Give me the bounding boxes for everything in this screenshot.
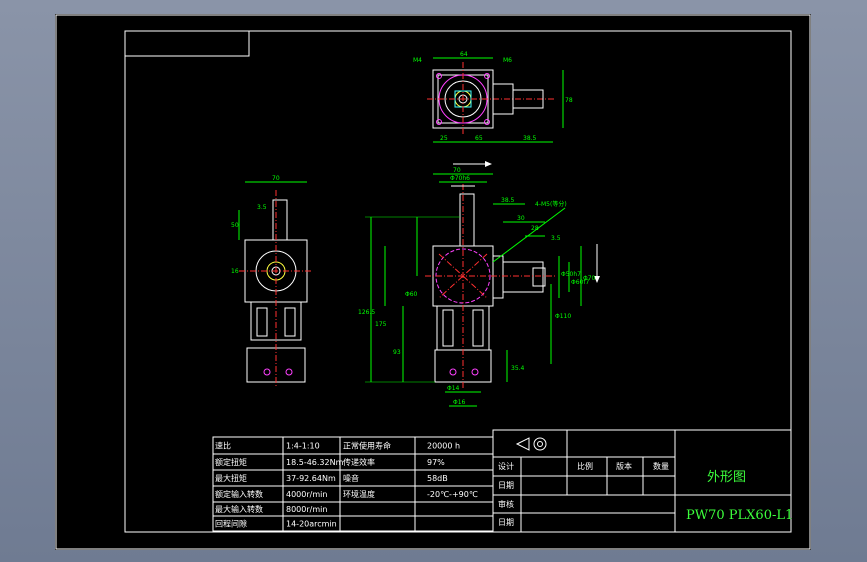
spec-cell: 97% (427, 458, 445, 467)
top-bolt (436, 119, 442, 125)
dim-label: 50 (231, 222, 239, 229)
dim-label: Φ50h7 (561, 271, 581, 278)
dim-label: 64 (460, 51, 468, 58)
title-col-label: 比例 (577, 461, 593, 471)
title-row-label: 设计 (498, 461, 514, 471)
dim-label: Φ60f7 (571, 279, 589, 286)
dim-label: M6 (503, 57, 512, 64)
dim-label: 93 (393, 349, 401, 356)
spec-cell: 最大输入转数 (215, 504, 263, 514)
front-out-shaft (502, 261, 544, 293)
spec-cell: 额定输入转数 (215, 489, 263, 499)
spec-cell: 正常使用寿命 (343, 441, 391, 451)
spec-cell: 14-20arcmin (286, 520, 337, 529)
cad-viewport[interactable]: 64 25 65 38.5 78 M4 M6 70 3.5 50 16 70 Φ… (55, 14, 811, 550)
corner-box (124, 30, 250, 57)
cad-drawing: 64 25 65 38.5 78 M4 M6 70 3.5 50 16 70 Φ… (55, 14, 811, 550)
dim-label: Φ70h6 (450, 175, 470, 182)
projection-symbol-icon (515, 437, 547, 451)
dim-label: Φ14 (447, 385, 460, 392)
spec-cell: 速比 (215, 441, 231, 451)
dim-label: 65 (475, 135, 483, 142)
spec-cell: 噪音 (343, 473, 359, 483)
dim-label: 175 (375, 321, 387, 328)
dim-label: 38.5 (501, 197, 515, 204)
side-motor-slot (284, 307, 296, 337)
dim-label: 70 (453, 167, 461, 174)
dim-label: Φ110 (555, 313, 571, 320)
view-arrow-head (485, 161, 492, 167)
top-bolt (484, 119, 490, 125)
spec-table-border (212, 436, 494, 532)
dim-label: 16 (231, 268, 239, 275)
spec-cell: 最大扭矩 (215, 473, 247, 483)
dim-label: 4-M5(等分) (535, 200, 567, 208)
spec-cell: 20000 h (427, 442, 460, 451)
spec-cell: 回程间隙 (215, 519, 247, 529)
spec-cell: 传递效率 (343, 457, 375, 467)
front-bolt (449, 368, 457, 376)
spec-cell: 4000r/min (286, 490, 327, 499)
front-motor-slot (472, 309, 484, 347)
dim-label: 35.4 (511, 365, 525, 372)
side-bolt (263, 368, 271, 376)
side-motor-slot (256, 307, 268, 337)
front-shaft (459, 193, 475, 247)
front-view: 70 Φ70h6 38.5 4-M5(等分) 30 28 3.5 Φ60 126… (358, 167, 600, 407)
dim-label: 28 (531, 225, 539, 232)
dim-label: 30 (517, 215, 525, 222)
spec-table (212, 436, 494, 532)
spec-cell: 58dB (427, 474, 448, 483)
side-shaft (272, 199, 288, 241)
side-view: 70 3.5 50 16 (231, 175, 313, 386)
title-col-label: 数量 (653, 461, 669, 471)
drawing-name: 外形图 (707, 470, 746, 485)
title-row-label: 日期 (498, 481, 514, 490)
dim-label: 38.5 (523, 135, 537, 142)
front-bolt (471, 368, 479, 376)
spec-cell: -20℃-+90℃ (427, 490, 478, 499)
spec-cell: 额定扭矩 (215, 457, 247, 467)
dim-label: 78 (565, 97, 573, 104)
title-col-label: 版本 (616, 461, 632, 471)
dim-label: 126.5 (358, 309, 375, 316)
top-view: 64 25 65 38.5 78 M4 M6 (413, 51, 573, 167)
side-bolt (285, 368, 293, 376)
top-bolt (484, 73, 490, 79)
front-motor-slot (442, 309, 454, 347)
spec-cell: 37-92.64Nm (286, 474, 336, 483)
dim-label: Φ60 (405, 291, 418, 298)
spec-cell: 1:4-1:10 (286, 442, 320, 451)
dim-label: 3.5 (551, 235, 561, 242)
dim-label: 25 (440, 135, 448, 142)
part-number: PW70 PLX60-L1 (686, 508, 793, 523)
dim-label: 3.5 (257, 204, 267, 211)
spec-cell: 环境温度 (343, 489, 375, 499)
front-out-collar (492, 255, 504, 299)
title-row-label: 日期 (498, 518, 514, 527)
dim-label: Φ16 (453, 399, 466, 406)
side-motor-b (246, 347, 306, 383)
spec-cell: 8000r/min (286, 505, 327, 514)
dim-label: 70 (272, 175, 280, 182)
spec-cell: 18.5-46.32Nm (286, 458, 344, 467)
dim-label: M4 (413, 57, 422, 64)
title-row-label: 审核 (498, 499, 514, 509)
top-bolt (436, 73, 442, 79)
inner-frame (124, 30, 792, 533)
